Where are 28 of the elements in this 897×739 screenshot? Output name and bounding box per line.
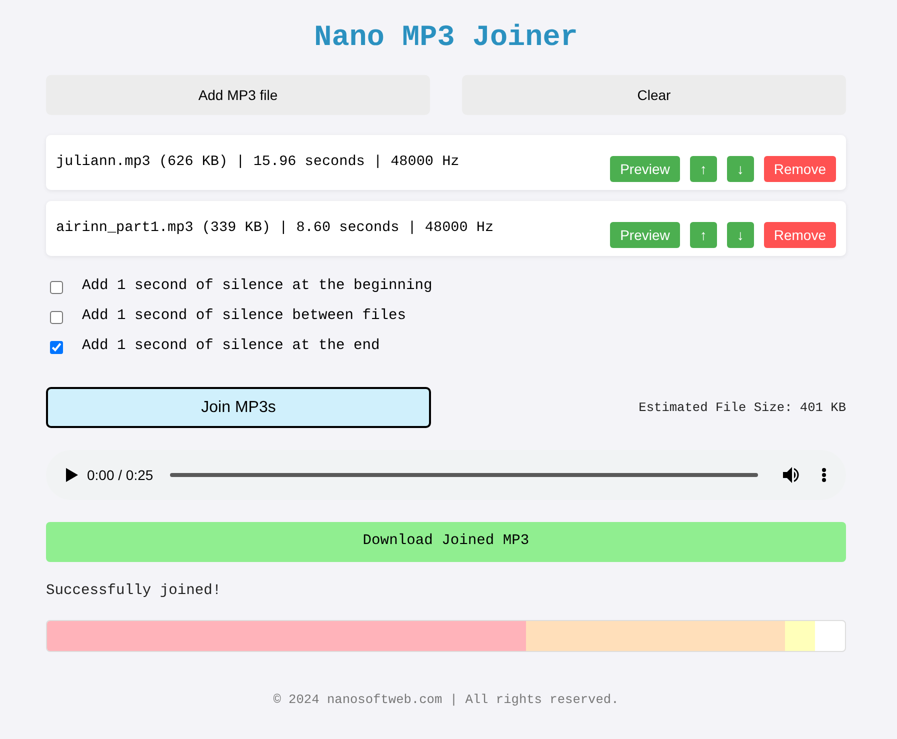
more-options-icon[interactable] xyxy=(822,468,826,482)
option-label: Add 1 second of silence at the end xyxy=(82,337,380,356)
footer-text: © 2024 nanosoftweb.com | All rights reserved. xyxy=(272,691,620,709)
play-icon[interactable] xyxy=(66,468,78,482)
file-info: airinn_part1.mp3 (339 KB) | 8.60 seconds | 48000 Hz xyxy=(56,218,494,238)
checkbox[interactable] xyxy=(50,340,63,354)
download-button[interactable]: Download Joined MP3 xyxy=(46,522,846,562)
remove-button[interactable]: Remove xyxy=(764,222,836,248)
file-info: juliann.mp3 (626 KB) | 15.96 seconds | 48000 Hz xyxy=(56,152,460,172)
checkbox[interactable] xyxy=(50,280,63,294)
remove-button[interactable]: Remove xyxy=(764,156,836,182)
checkbox[interactable] xyxy=(50,310,63,324)
move-down-button[interactable]: ↓ xyxy=(726,222,754,248)
join-button[interactable]: Join MP3s xyxy=(46,387,431,428)
add-file-button[interactable]: Add MP3 file xyxy=(46,75,430,115)
move-down-button[interactable]: ↓ xyxy=(726,156,754,182)
app-title: Nano MP3 Joiner xyxy=(313,20,579,56)
move-up-button[interactable]: ↑ xyxy=(690,222,717,248)
option-label: Add 1 second of silence at the beginning xyxy=(82,277,432,296)
option-label: Add 1 second of silence between files xyxy=(82,307,406,326)
preview-button[interactable]: Preview xyxy=(610,222,680,248)
time-text: 0:00 / 0:25 xyxy=(87,466,154,484)
status-message: Successfully joined! xyxy=(46,582,222,601)
volume-icon[interactable] xyxy=(783,467,800,483)
estimated-size-text: Estimated File Size: 401 KB xyxy=(638,398,846,417)
clear-button[interactable]: Clear xyxy=(462,75,846,115)
preview-button[interactable]: Preview xyxy=(610,156,680,182)
move-up-button[interactable]: ↑ xyxy=(690,156,717,182)
